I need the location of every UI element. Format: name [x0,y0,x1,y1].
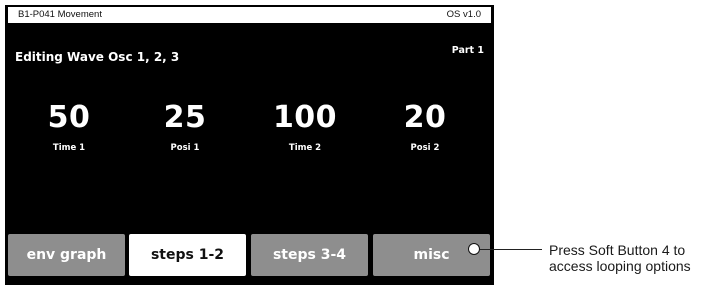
param-posi-1[interactable]: 25 Posi 1 [135,100,235,154]
param-value: 50 [47,100,91,135]
callout-line-1: Press Soft Button 4 to [549,242,686,258]
param-value: 20 [403,100,447,135]
param-posi-2[interactable]: 20 Posi 2 [375,100,475,154]
soft-button-3-steps-3-4[interactable]: steps 3-4 [251,234,368,276]
callout-annotation: Press Soft Button 4 to access looping op… [549,242,725,274]
param-time-2[interactable]: 100 Time 2 [255,100,355,154]
soft-button-4-misc[interactable]: misc [373,234,490,276]
param-label: Posi 2 [410,143,440,153]
callout-marker-icon [468,243,480,255]
patch-name: B1-P041 Movement [18,9,102,20]
device-screen: B1-P041 Movement OS v1.0 Editing Wave Os… [5,5,494,285]
part-indicator: Part 1 [451,45,484,56]
callout-line-2: access looping options [549,258,691,274]
param-label: Time 2 [288,143,322,153]
soft-button-1-env-graph[interactable]: env graph [8,234,125,276]
callout-leader-line [480,249,542,250]
soft-button-2-steps-1-2[interactable]: steps 1-2 [129,234,246,276]
param-time-1[interactable]: 50 Time 1 [19,100,119,154]
status-bar: B1-P041 Movement OS v1.0 [8,7,491,23]
param-label: Posi 1 [170,143,200,153]
param-value: 25 [163,100,207,135]
page-title: Editing Wave Osc 1, 2, 3 [15,50,180,64]
param-label: Time 1 [52,143,86,153]
param-value: 100 [272,100,338,135]
os-version: OS v1.0 [446,9,481,20]
